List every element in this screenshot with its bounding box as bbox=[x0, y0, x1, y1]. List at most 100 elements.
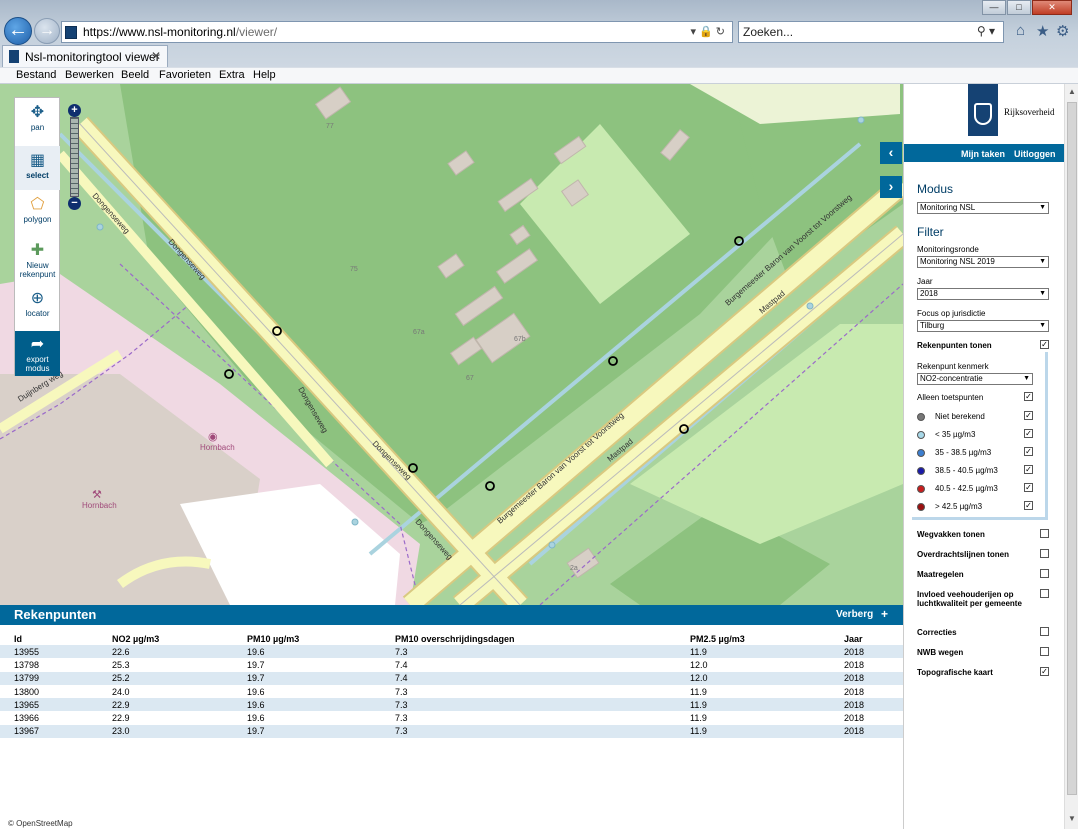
table-row[interactable]: 13799 25.2 19.7 7.4 12.0 2018 bbox=[0, 671, 903, 685]
legend-dot bbox=[917, 503, 925, 511]
layer-checkbox-topografisch[interactable]: ✓ bbox=[1040, 667, 1049, 676]
address-bar[interactable]: https://www.nsl-monitoring.nl/viewer/ ▾🔒… bbox=[61, 21, 733, 43]
menu-beeld[interactable]: Beeld bbox=[121, 69, 149, 81]
map-attribution[interactable]: © OpenStreetMap bbox=[8, 819, 73, 828]
lock-icon[interactable]: 🔒 bbox=[699, 26, 716, 38]
menu-extra[interactable]: Extra bbox=[219, 69, 245, 81]
menu-help[interactable]: Help bbox=[253, 69, 276, 81]
chevron-right-icon: › bbox=[888, 178, 894, 194]
table-row[interactable]: 13967 23.0 19.7 7.3 11.9 2018 bbox=[0, 724, 903, 739]
logout-link[interactable]: Uitloggen bbox=[1014, 149, 1056, 159]
table-row[interactable]: 13800 24.0 19.6 7.3 11.9 2018 bbox=[0, 684, 903, 699]
results-panel: Rekenpunten Verberg + Id NO2 µg/m3 PM10 … bbox=[0, 605, 903, 829]
refresh-icon[interactable]: ↻ bbox=[716, 26, 728, 38]
home-icon[interactable]: ⌂ bbox=[1016, 22, 1025, 39]
column-header-pm10[interactable]: PM10 µg/m3 bbox=[247, 632, 395, 645]
legend-label: Niet berekend bbox=[935, 412, 985, 421]
column-header-jaar[interactable]: Jaar bbox=[844, 632, 903, 645]
zoom-slider[interactable] bbox=[70, 117, 79, 197]
layer-checkbox-wegvakken[interactable] bbox=[1040, 529, 1049, 538]
tab-close-icon[interactable]: ✕ bbox=[151, 49, 161, 63]
column-header-pm10-days[interactable]: PM10 overschrijdingsdagen bbox=[395, 632, 690, 645]
zoom-in-button[interactable]: + bbox=[68, 104, 81, 117]
layer-label-maatregelen: Maatregelen bbox=[917, 570, 964, 579]
legend-checkbox[interactable]: ✓ bbox=[1024, 411, 1033, 420]
legend-checkbox[interactable]: ✓ bbox=[1024, 501, 1033, 510]
cell-pm10-days: 7.3 bbox=[395, 698, 690, 712]
browser-search-box[interactable]: ⚲ ▾ bbox=[738, 21, 1004, 43]
layer-checkbox-nwb[interactable] bbox=[1040, 647, 1049, 656]
menu-bestand[interactable]: Bestand bbox=[16, 69, 56, 81]
expand-panel-button[interactable]: › bbox=[880, 176, 902, 198]
legend-label: 40.5 - 42.5 µg/m3 bbox=[935, 484, 998, 493]
table-row[interactable]: 13966 22.9 19.6 7.3 11.9 2018 bbox=[0, 711, 903, 725]
focus-label: Focus op jurisdictie bbox=[917, 309, 986, 318]
legend-checkbox[interactable]: ✓ bbox=[1024, 429, 1033, 438]
search-icon[interactable]: ⚲ ▾ bbox=[977, 24, 995, 38]
cell-pm25: 11.9 bbox=[690, 724, 844, 739]
favorites-star-icon[interactable]: ★ bbox=[1036, 22, 1049, 40]
browser-search-input[interactable] bbox=[743, 24, 963, 40]
legend-checkbox[interactable]: ✓ bbox=[1024, 483, 1033, 492]
page-scrollbar[interactable]: ▲ ▼ bbox=[1064, 84, 1078, 829]
alleen-toetspunten-checkbox[interactable]: ✓ bbox=[1024, 392, 1033, 401]
modus-heading: Modus bbox=[917, 182, 954, 196]
layer-checkbox-maatregelen[interactable] bbox=[1040, 569, 1049, 578]
legend-checkbox[interactable]: ✓ bbox=[1024, 447, 1033, 456]
export-mode-button[interactable]: ➦ export modus bbox=[15, 331, 60, 376]
legend-checkbox[interactable]: ✓ bbox=[1024, 465, 1033, 474]
cell-no2: 24.0 bbox=[112, 684, 247, 699]
locator-tool-button[interactable]: ⊕ locator bbox=[15, 290, 60, 330]
collapse-panel-button[interactable]: ‹ bbox=[880, 142, 902, 164]
tool-label: locator bbox=[25, 309, 50, 318]
scroll-thumb[interactable] bbox=[1067, 102, 1077, 795]
rekenpunten-tonen-checkbox[interactable]: ✓ bbox=[1040, 340, 1049, 349]
select-tool-button[interactable]: ▦ select bbox=[15, 146, 60, 190]
dropdown-arrow-icon[interactable]: ▾ bbox=[691, 26, 700, 38]
polygon-tool-button[interactable]: ⬠ polygon bbox=[15, 196, 60, 236]
ronde-select[interactable]: Monitoring NSL 2019 ▼ bbox=[917, 256, 1049, 268]
focus-select[interactable]: Tilburg ▼ bbox=[917, 320, 1049, 332]
scroll-down-icon[interactable]: ▼ bbox=[1068, 814, 1076, 823]
jaar-select[interactable]: 2018 ▼ bbox=[917, 288, 1049, 300]
menu-bar: Bestand Bewerken Beeld Favorieten Extra … bbox=[0, 67, 1078, 84]
back-button[interactable]: ← bbox=[4, 17, 32, 45]
zoom-out-button[interactable]: − bbox=[68, 197, 81, 210]
column-header-pm25[interactable]: PM2.5 µg/m3 bbox=[690, 632, 844, 645]
table-row[interactable]: 13965 22.9 19.6 7.3 11.9 2018 bbox=[0, 698, 903, 712]
modus-value: Monitoring NSL bbox=[920, 203, 976, 212]
column-header-no2[interactable]: NO2 µg/m3 bbox=[112, 632, 247, 645]
cell-pm25: 11.9 bbox=[690, 698, 844, 712]
move-icon: ✥ bbox=[30, 104, 45, 121]
map-canvas[interactable]: Dongenseweg Dongenseweg Dongenseweg Dong… bbox=[0, 84, 903, 605]
scroll-up-icon[interactable]: ▲ bbox=[1068, 87, 1076, 96]
side-panel: Rijksoverheid Mijn taken Uitloggen Modus… bbox=[903, 84, 1065, 829]
cell-pm10: 19.7 bbox=[247, 671, 395, 685]
new-point-tool-button[interactable]: ✚ Nieuw rekenpunt bbox=[15, 242, 60, 286]
results-title: Rekenpunten bbox=[14, 607, 97, 622]
browser-tab[interactable]: Nsl-monitoringtool viewer ✕ bbox=[2, 45, 168, 67]
my-tasks-link[interactable]: Mijn taken bbox=[961, 149, 1005, 159]
layer-checkbox-overdrachtslijnen[interactable] bbox=[1040, 549, 1049, 558]
house-number: 75 bbox=[350, 266, 358, 273]
cell-id: 13955 bbox=[0, 645, 112, 659]
forward-button[interactable]: → bbox=[34, 18, 60, 44]
url-text[interactable]: https://www.nsl-monitoring.nl/viewer/ bbox=[83, 25, 277, 39]
modus-select[interactable]: Monitoring NSL ▼ bbox=[917, 202, 1049, 214]
layer-checkbox-correcties[interactable] bbox=[1040, 627, 1049, 636]
table-row[interactable]: 13955 22.6 19.6 7.3 11.9 2018 bbox=[0, 645, 903, 659]
menu-bewerken[interactable]: Bewerken bbox=[65, 69, 114, 81]
layer-checkbox-veehouderijen[interactable] bbox=[1040, 589, 1049, 598]
menu-favorieten[interactable]: Favorieten bbox=[159, 69, 211, 81]
kenmerk-select[interactable]: NO2-concentratie ▼ bbox=[917, 373, 1033, 385]
layer-label-wegvakken: Wegvakken tonen bbox=[917, 530, 985, 539]
cell-id: 13798 bbox=[0, 658, 112, 672]
cell-jaar: 2018 bbox=[844, 658, 903, 672]
table-row[interactable]: 13798 25.3 19.7 7.4 12.0 2018 bbox=[0, 658, 903, 672]
expand-results-button[interactable]: + bbox=[881, 607, 888, 621]
column-header-id[interactable]: Id bbox=[0, 632, 112, 645]
settings-gear-icon[interactable]: ⚙ bbox=[1056, 22, 1069, 40]
hide-results-button[interactable]: Verberg bbox=[836, 609, 873, 620]
pan-tool-button[interactable]: ✥ pan bbox=[15, 104, 60, 148]
map-view[interactable]: Dongenseweg Dongenseweg Dongenseweg Dong… bbox=[0, 84, 903, 605]
